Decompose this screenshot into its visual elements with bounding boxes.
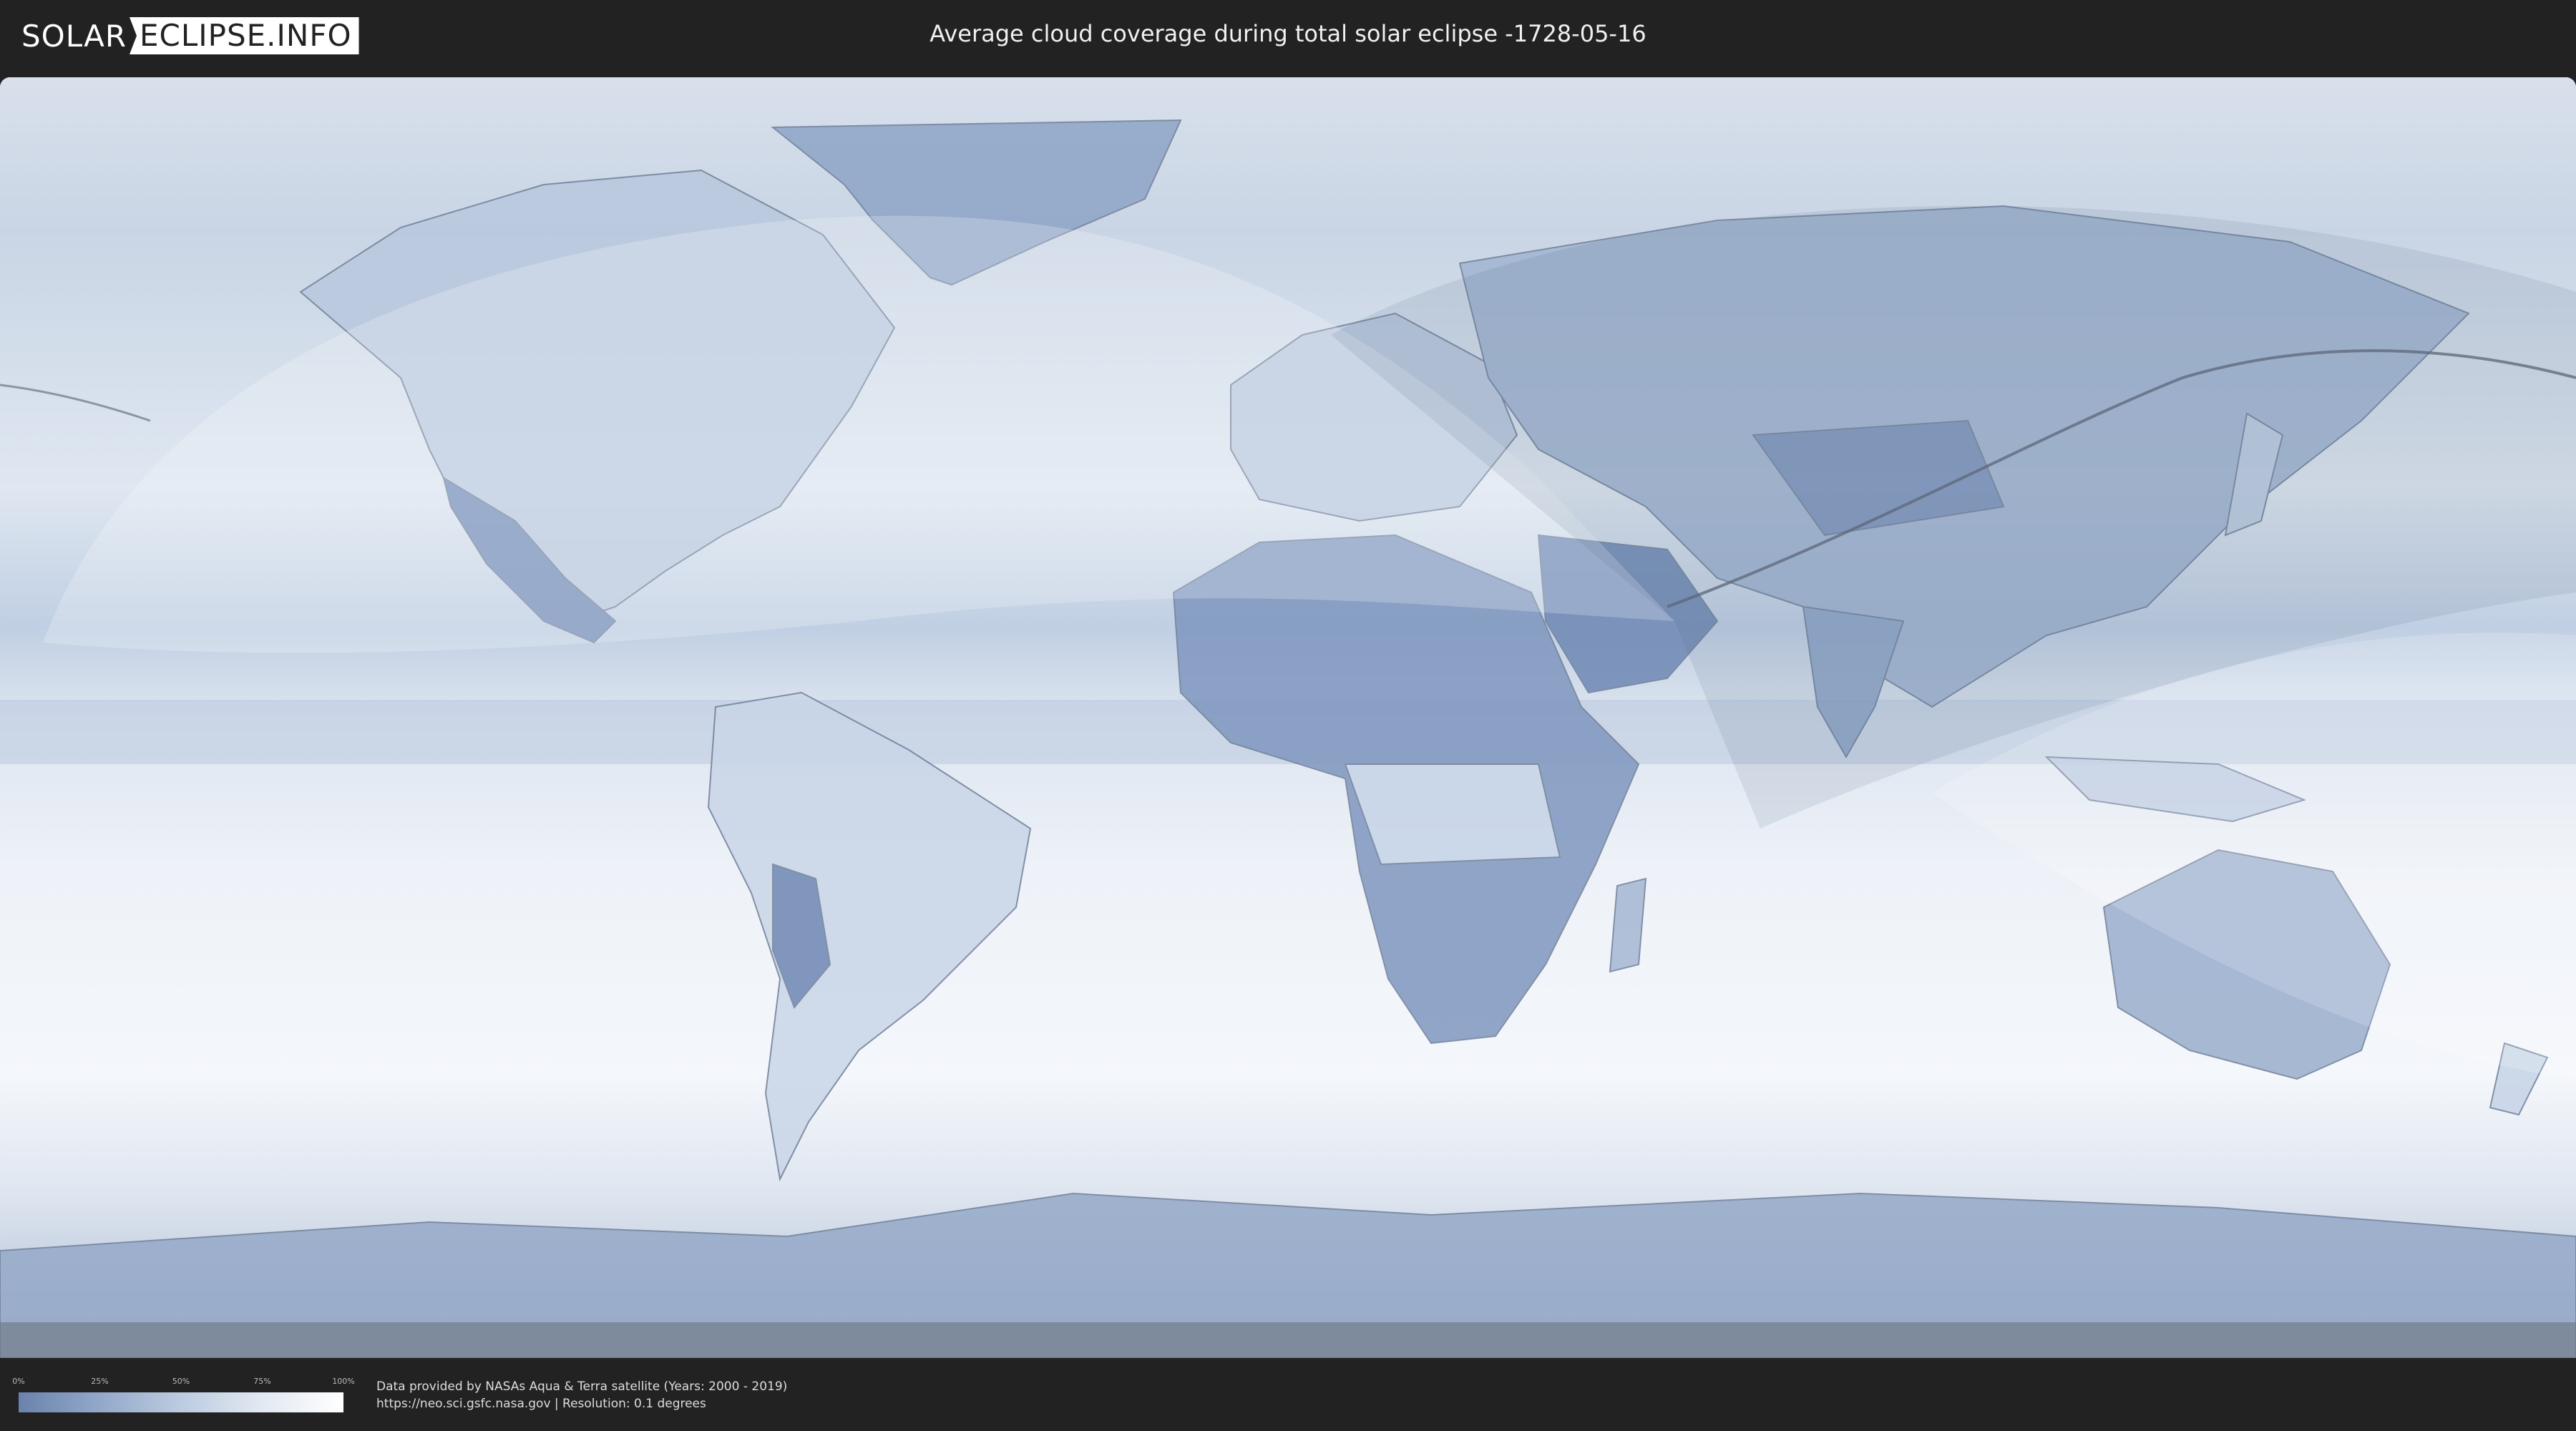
cloud-coverage-legend-bar xyxy=(19,1392,343,1412)
legend-tick: 25% xyxy=(91,1377,109,1386)
footer-bar xyxy=(0,1358,2576,1431)
cloud-coverage-map[interactable] xyxy=(0,77,2576,1358)
data-credit-text: Data provided by NASAs Aqua & Terra sate… xyxy=(376,1379,788,1394)
legend-tick-labels: 0% 25% 50% 75% 100% xyxy=(12,1377,354,1387)
legend-tick: 75% xyxy=(253,1377,271,1386)
legend-tick: 0% xyxy=(12,1377,25,1386)
legend-tick: 50% xyxy=(172,1377,190,1386)
map-bottom-shade xyxy=(0,1322,2576,1358)
header-bar: SOLAR ECLIPSE.INFO Average cloud coverag… xyxy=(0,0,2576,72)
world-map-svg xyxy=(0,77,2576,1358)
legend-tick: 100% xyxy=(332,1377,355,1386)
data-source-link[interactable]: https://neo.sci.gsfc.nasa.gov | Resoluti… xyxy=(376,1397,706,1411)
land-central-africa xyxy=(1344,763,1561,866)
page-title: Average cloud coverage during total sola… xyxy=(930,20,1646,47)
